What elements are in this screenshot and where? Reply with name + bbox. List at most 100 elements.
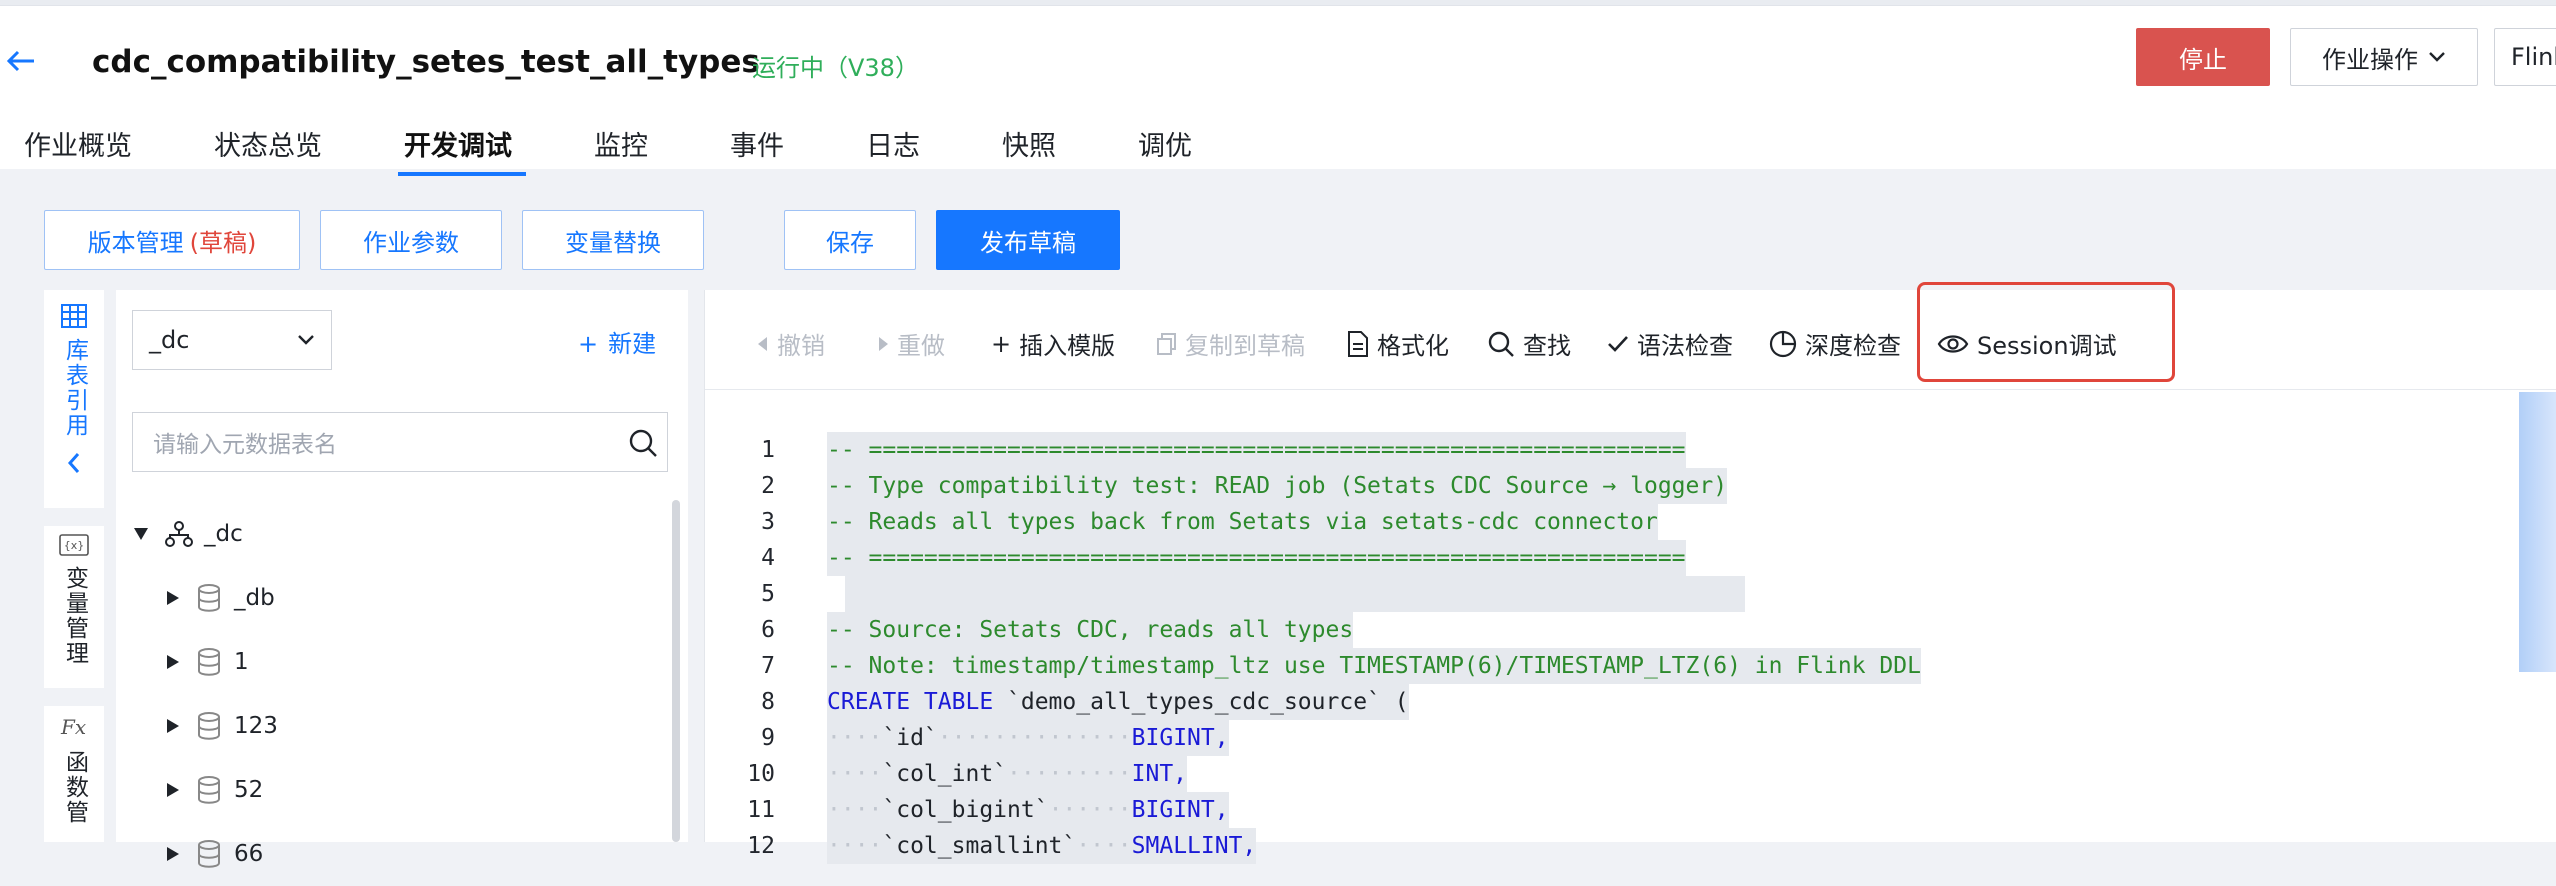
lib-table-ref-tab[interactable]: 库表引用 [44, 290, 104, 508]
function-management-tab[interactable]: Fx 函数管 [44, 706, 104, 842]
catalog-select-value: _dc [149, 326, 190, 354]
job-ops-label: 作业操作 [2322, 45, 2418, 74]
code-area[interactable]: 1 -- ====================================… [705, 432, 2505, 864]
undo-button[interactable]: 撤销 [757, 326, 825, 361]
publish-draft-button[interactable]: 发布草稿 [936, 210, 1120, 270]
job-params-button[interactable]: 作业参数 [320, 210, 502, 270]
flink-button[interactable]: Flink [2494, 28, 2556, 86]
catalog-select[interactable]: _dc [132, 310, 332, 370]
document-icon [1348, 330, 1368, 357]
chevron-left-icon[interactable] [67, 452, 81, 474]
database-icon [198, 712, 220, 740]
insert-template-button[interactable]: + 插入模版 [991, 326, 1115, 361]
syntax-check-button[interactable]: 语法检查 [1607, 326, 1733, 361]
svg-text:{x}: {x} [64, 539, 85, 552]
format-label: 格式化 [1377, 332, 1449, 360]
new-button[interactable]: + 新建 [578, 324, 656, 359]
tab-tuning[interactable]: 调优 [1138, 120, 1192, 176]
code-line: 3 -- Reads all types back from Setats via… [705, 504, 2505, 540]
chevron-down-icon [2429, 52, 2445, 62]
plus-icon: + [578, 330, 599, 358]
whitespace-dots: ······ [1048, 797, 1132, 823]
tab-events[interactable]: 事件 [730, 120, 784, 176]
back-arrow-icon[interactable] [6, 46, 36, 80]
tree-database-node[interactable]: 1 [132, 630, 652, 694]
chevron-down-icon [298, 335, 314, 345]
stop-button[interactable]: 停止 [2136, 28, 2270, 86]
session-debug-button[interactable]: Session调试 [1937, 326, 2117, 361]
caret-right-icon[interactable] [164, 845, 182, 863]
variable-replace-button[interactable]: 变量替换 [522, 210, 704, 270]
caret-down-icon[interactable] [132, 525, 150, 543]
copy-to-draft-button[interactable]: 复制到草稿 [1157, 326, 1305, 361]
function-fx-icon: Fx [60, 715, 86, 739]
tab-monitor[interactable]: 监控 [594, 120, 648, 176]
tab-dev-debug[interactable]: 开发调试 [398, 120, 526, 176]
database-icon [198, 648, 220, 676]
column-type: INT, [1131, 761, 1188, 787]
version-label: 版本管理 [87, 228, 184, 257]
tree-scrollbar[interactable] [672, 500, 680, 842]
caret-right-icon[interactable] [164, 589, 182, 607]
tab-logs[interactable]: 日志 [866, 120, 920, 176]
line-number: 12 [747, 833, 775, 859]
whitespace-dots: ···· [1076, 833, 1132, 859]
job-title: cdc_compatibility_setes_test_all_types [92, 44, 760, 80]
copy-icon [1157, 332, 1176, 355]
find-button[interactable]: 查找 [1487, 326, 1571, 361]
tree-root-label: _dc [204, 521, 243, 547]
search-icon[interactable] [627, 427, 659, 459]
tree-database-node[interactable]: 66 [132, 822, 652, 886]
copy-to-draft-label: 复制到草稿 [1185, 332, 1305, 360]
sql-keyword: CREATE TABLE [827, 689, 994, 715]
line-number: 6 [761, 617, 775, 643]
column-name: `col_int` [882, 761, 1008, 787]
code-line: 5 [705, 576, 2505, 612]
sql-editor: 撤销 重做 + 插入模版 复制到草稿 格式化 查找 语法检查 深度检查 Sess… [704, 282, 2556, 864]
variable-management-tab[interactable]: {x} 变量管理 [44, 526, 104, 688]
tree-database-node[interactable]: 123 [132, 694, 652, 758]
tree-database-node[interactable]: _db [132, 566, 652, 630]
line-number: 7 [761, 653, 775, 679]
code-line: 1 -- ====================================… [705, 432, 2505, 468]
catalog-tree-panel: _dc + 新建 请输入元数据表名 _dc _db 1 123 52 66 [116, 290, 688, 868]
job-ops-dropdown[interactable]: 作业操作 [2290, 28, 2478, 86]
save-button[interactable]: 保存 [784, 210, 916, 270]
database-icon [198, 840, 220, 868]
code-line: 7 -- Note: timestamp/timestamp_ltz use TI… [705, 648, 2505, 684]
caret-right-icon[interactable] [164, 717, 182, 735]
tab-snapshots[interactable]: 快照 [1002, 120, 1056, 176]
redo-label: 重做 [897, 332, 945, 360]
version-management-button[interactable]: 版本管理 (草稿) [44, 210, 300, 270]
deep-check-label: 深度检查 [1805, 332, 1901, 360]
deep-check-button[interactable]: 深度检查 [1769, 326, 1901, 361]
tree-root-node[interactable]: _dc [132, 502, 652, 566]
undo-label: 撤销 [777, 332, 825, 360]
line-number: 8 [761, 689, 775, 715]
lib-table-ref-label: 库表引用 [61, 338, 88, 438]
check-icon [1608, 335, 1628, 352]
redo-button[interactable]: 重做 [877, 326, 945, 361]
code-line: 4 -- ====================================… [705, 540, 2505, 576]
format-button[interactable]: 格式化 [1347, 326, 1449, 361]
caret-right-icon[interactable] [164, 653, 182, 671]
variable-management-label: 变量管理 [61, 566, 88, 666]
column-name: `id` [882, 725, 938, 751]
column-type: SMALLINT, [1131, 833, 1257, 859]
code-comment: -- =====================================… [827, 540, 1686, 576]
tree-database-node[interactable]: 52 [132, 758, 652, 822]
tab-state[interactable]: 状态总览 [214, 120, 322, 176]
line-number: 5 [761, 581, 775, 607]
session-debug-label: Session调试 [1977, 332, 2117, 360]
line-number: 1 [761, 437, 775, 463]
tab-overview[interactable]: 作业概览 [24, 120, 132, 176]
metadata-search-input[interactable]: 请输入元数据表名 [132, 412, 668, 472]
caret-right-icon[interactable] [164, 781, 182, 799]
new-label: 新建 [608, 330, 657, 358]
code-line: 2 -- Type compatibility test: READ job (S… [705, 468, 2505, 504]
line-number: 3 [761, 509, 775, 535]
line-number: 2 [761, 473, 775, 499]
plus-icon: + [991, 329, 1012, 358]
code-minimap[interactable] [2519, 392, 2556, 672]
caret-left-icon [758, 336, 767, 351]
